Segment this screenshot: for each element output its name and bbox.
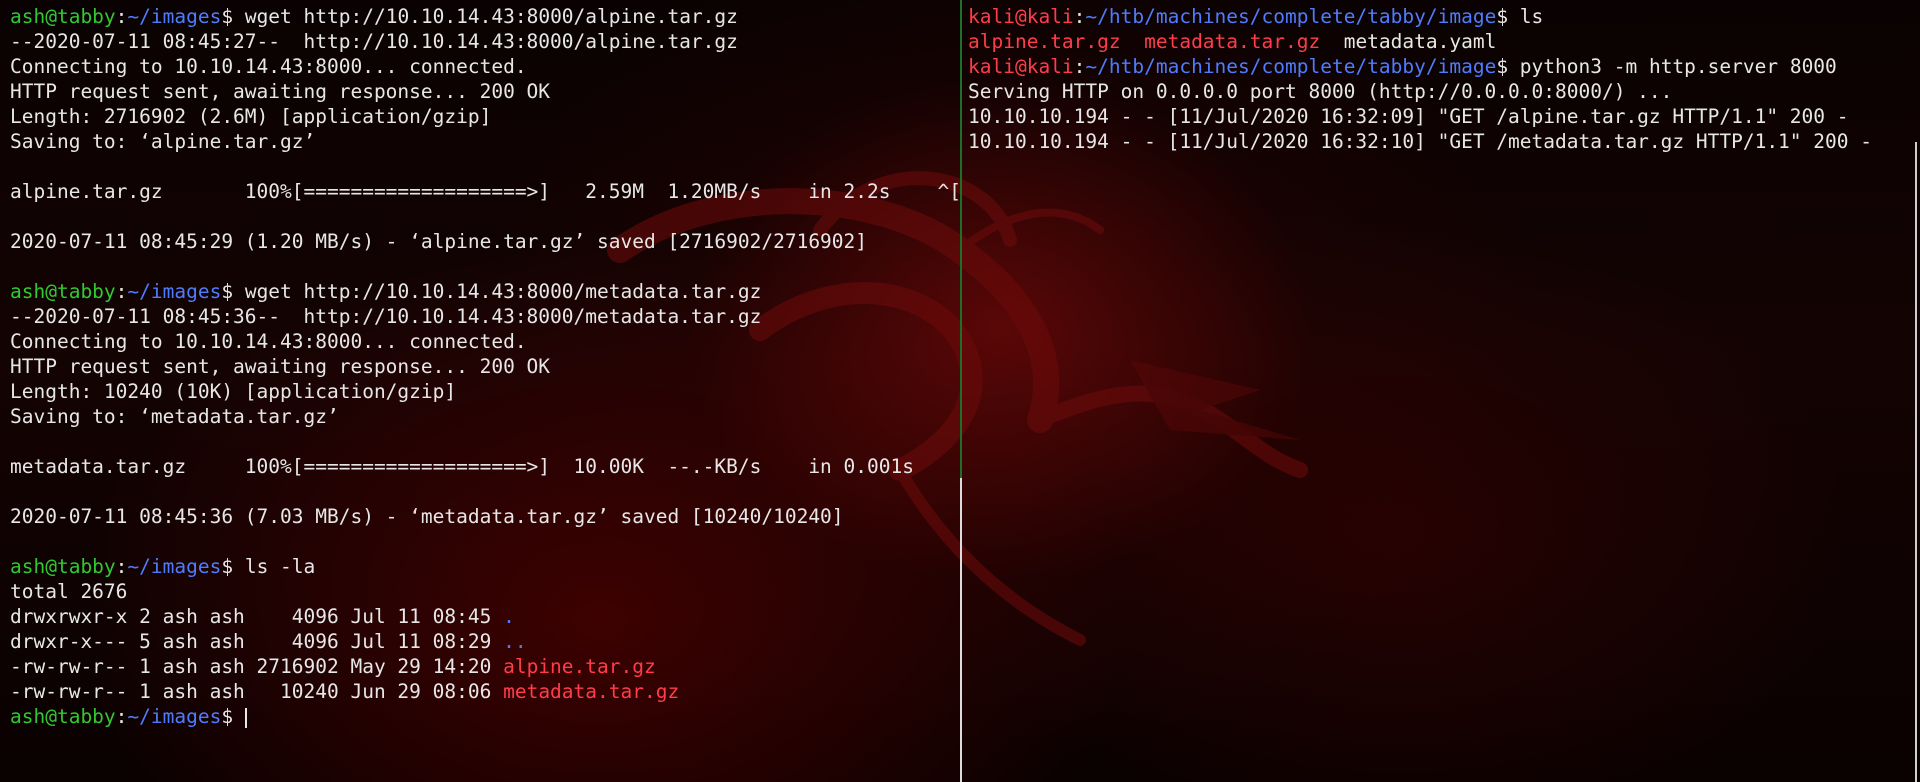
- terminal-line: 10.10.10.194 - - [11/Jul/2020 16:32:10] …: [968, 129, 1872, 154]
- terminal-text-segment: 2020-07-11 08:45:29 (1.20 MB/s) - ‘alpin…: [10, 230, 868, 253]
- terminal-text-segment: metadata.tar.gz: [1144, 30, 1321, 53]
- terminal-text-segment: Connecting to 10.10.14.43:8000... connec…: [10, 330, 527, 353]
- terminal-text-segment: Connecting to 10.10.14.43:8000... connec…: [10, 55, 527, 78]
- terminal-text-segment: $: [221, 705, 245, 728]
- terminal-line: Connecting to 10.10.14.43:8000... connec…: [10, 54, 960, 79]
- terminal-line: HTTP request sent, awaiting response... …: [10, 354, 960, 379]
- terminal-text-segment: :: [115, 705, 128, 728]
- terminal-line: ash@tabby:~/images$: [10, 704, 960, 729]
- terminal-text-segment: HTTP request sent, awaiting response... …: [10, 355, 551, 378]
- terminal-text-segment: ..: [503, 630, 527, 653]
- terminal-line: ash@tabby:~/images$ ls -la: [10, 554, 960, 579]
- terminal-text-segment: :: [115, 555, 128, 578]
- terminal-line: alpine.tar.gz metadata.tar.gz metadata.y…: [968, 29, 1872, 54]
- terminal-line: Saving to: ‘alpine.tar.gz’: [10, 129, 960, 154]
- terminal-text-segment: Saving to: ‘metadata.tar.gz’: [10, 405, 339, 428]
- terminal-line: total 2676: [10, 579, 960, 604]
- terminal-text-segment: :: [115, 5, 128, 28]
- terminal-text-segment: :: [1073, 5, 1086, 28]
- text-cursor-icon: [244, 707, 247, 728]
- terminal-text-segment: -rw-rw-r-- 1 ash ash 2716902 May 29 14:2…: [10, 655, 504, 678]
- terminal-line: -rw-rw-r-- 1 ash ash 2716902 May 29 14:2…: [10, 654, 960, 679]
- terminal-text-segment: kali@kali: [968, 55, 1074, 78]
- terminal-text-segment: -rw-rw-r-- 1 ash ash 10240 Jun 29 08:06: [10, 680, 504, 703]
- terminal-line: Serving HTTP on 0.0.0.0 port 8000 (http:…: [968, 79, 1872, 104]
- terminal-text-segment: ~/images: [127, 705, 222, 728]
- terminal-output: ash@tabby:~/images$ wget http://10.10.14…: [10, 4, 960, 729]
- terminal-text-segment: metadata.tar.gz: [503, 680, 680, 703]
- terminal-text-segment: 10.10.10.194 - - [11/Jul/2020 16:32:10] …: [968, 130, 1872, 153]
- terminal-text-segment: :: [115, 280, 128, 303]
- terminal-text-segment: ~/htb/machines/complete/tabby/image: [1085, 55, 1497, 78]
- terminal-text-segment: Length: 10240 (10K) [application/gzip]: [10, 380, 457, 403]
- terminal-line: Length: 10240 (10K) [application/gzip]: [10, 379, 960, 404]
- terminal-text-segment: drwxr-x--- 5 ash ash 4096 Jul 11 08:29: [10, 630, 504, 653]
- terminal-text-segment: --2020-07-11 08:45:27-- http://10.10.14.…: [10, 30, 738, 53]
- terminal-text-segment: HTTP request sent, awaiting response... …: [10, 80, 551, 103]
- terminal-text-segment: 2020-07-11 08:45:36 (7.03 MB/s) - ‘metad…: [10, 505, 844, 528]
- terminal-text-segment: --2020-07-11 08:45:36-- http://10.10.14.…: [10, 305, 762, 328]
- terminal-pane-left[interactable]: ash@tabby:~/images$ wget http://10.10.14…: [0, 0, 960, 782]
- terminal-text-segment: alpine.tar.gz 100%[===================>]…: [10, 180, 960, 203]
- terminal-text-segment: kali@kali: [968, 5, 1074, 28]
- terminal-text-segment: metadata.tar.gz 100%[===================…: [10, 455, 914, 478]
- terminal-line: kali@kali:~/htb/machines/complete/tabby/…: [968, 4, 1872, 29]
- scrollbar[interactable]: [1915, 142, 1917, 782]
- terminal-line: Saving to: ‘metadata.tar.gz’: [10, 404, 960, 429]
- terminal-text-segment: ~/images: [127, 555, 222, 578]
- terminal-text-segment: .: [503, 605, 515, 628]
- terminal-text-segment: metadata.yaml: [1320, 30, 1497, 53]
- terminal-line: HTTP request sent, awaiting response... …: [10, 79, 960, 104]
- terminal-text-segment: 10.10.10.194 - - [11/Jul/2020 16:32:09] …: [968, 105, 1849, 128]
- terminal-line: Length: 2716902 (2.6M) [application/gzip…: [10, 104, 960, 129]
- terminal-line: -rw-rw-r-- 1 ash ash 10240 Jun 29 08:06 …: [10, 679, 960, 704]
- terminal-text-segment: alpine.tar.gz: [968, 30, 1121, 53]
- terminal-line: --2020-07-11 08:45:36-- http://10.10.14.…: [10, 304, 960, 329]
- terminal-line: ash@tabby:~/images$ wget http://10.10.14…: [10, 4, 960, 29]
- terminal-line: alpine.tar.gz 100%[===================>]…: [10, 179, 960, 204]
- terminal-line: drwxrwxr-x 2 ash ash 4096 Jul 11 08:45 .: [10, 604, 960, 629]
- terminal-text-segment: ash@tabby: [10, 5, 116, 28]
- terminal-text-segment: $ python3 -m http.server 8000: [1496, 55, 1837, 78]
- terminal-pane-right[interactable]: kali@kali:~/htb/machines/complete/tabby/…: [962, 0, 1920, 782]
- terminal-line: 10.10.10.194 - - [11/Jul/2020 16:32:09] …: [968, 104, 1872, 129]
- terminal-line: drwxr-x--- 5 ash ash 4096 Jul 11 08:29 .…: [10, 629, 960, 654]
- terminal-text-segment: ~/images: [127, 280, 222, 303]
- terminal-line: 2020-07-11 08:45:29 (1.20 MB/s) - ‘alpin…: [10, 229, 960, 254]
- terminal-text-segment: Saving to: ‘alpine.tar.gz’: [10, 130, 316, 153]
- terminal-line: Connecting to 10.10.14.43:8000... connec…: [10, 329, 960, 354]
- terminal-text-segment: Serving HTTP on 0.0.0.0 port 8000 (http:…: [968, 80, 1673, 103]
- terminal-line: ash@tabby:~/images$ wget http://10.10.14…: [10, 279, 960, 304]
- terminal-text-segment: drwxrwxr-x 2 ash ash 4096 Jul 11 08:45: [10, 605, 504, 628]
- terminal-text-segment: ~/images: [127, 5, 222, 28]
- terminal-text-segment: ash@tabby: [10, 280, 116, 303]
- terminal-text-segment: ash@tabby: [10, 705, 116, 728]
- terminal-text-segment: $ wget http://10.10.14.43:8000/metadata.…: [221, 280, 762, 303]
- terminal-text-segment: $ ls -la: [221, 555, 316, 578]
- terminal-text-segment: $ wget http://10.10.14.43:8000/alpine.ta…: [221, 5, 738, 28]
- terminal-text-segment: :: [1073, 55, 1086, 78]
- terminal-text-segment: total 2676: [10, 580, 128, 603]
- terminal-line: kali@kali:~/htb/machines/complete/tabby/…: [968, 54, 1872, 79]
- terminal-line: metadata.tar.gz 100%[===================…: [10, 454, 960, 479]
- terminal-text-segment: ash@tabby: [10, 555, 116, 578]
- terminal-text-segment: alpine.tar.gz: [503, 655, 656, 678]
- terminal-text-segment: ~/htb/machines/complete/tabby/image: [1085, 5, 1497, 28]
- terminal-line: --2020-07-11 08:45:27-- http://10.10.14.…: [10, 29, 960, 54]
- terminal-text-segment: $ ls: [1496, 5, 1544, 28]
- terminal-output: kali@kali:~/htb/machines/complete/tabby/…: [968, 4, 1872, 154]
- terminal-text-segment: Length: 2716902 (2.6M) [application/gzip…: [10, 105, 492, 128]
- terminal-line: 2020-07-11 08:45:36 (7.03 MB/s) - ‘metad…: [10, 504, 960, 529]
